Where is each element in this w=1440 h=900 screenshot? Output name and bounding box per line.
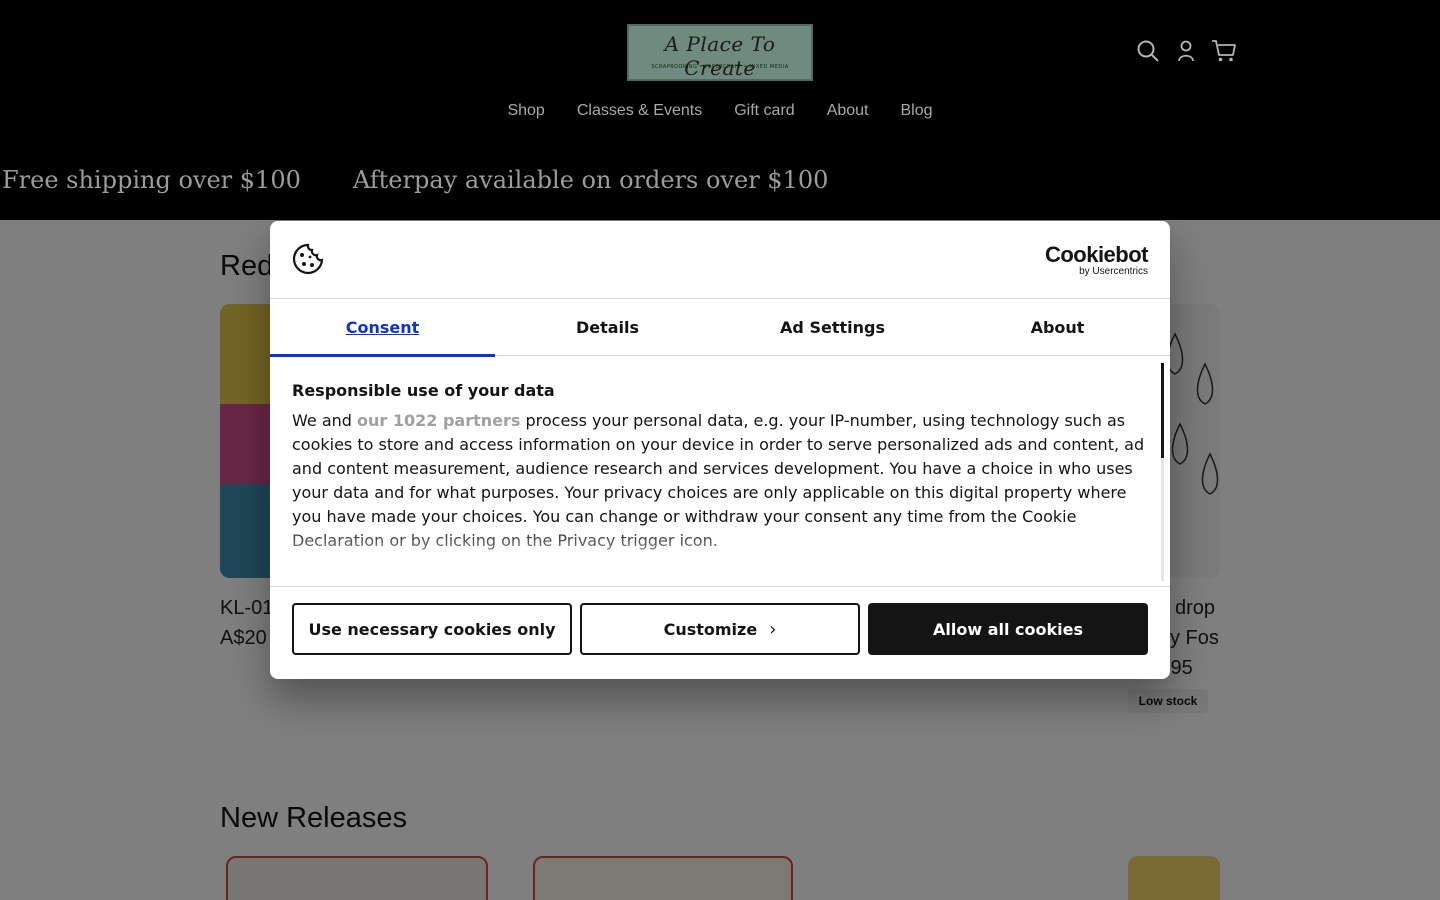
consent-content[interactable]: Responsible use of your data We and our … [270,357,1170,587]
tab-about[interactable]: About [945,299,1170,356]
nav-classes-events[interactable]: Classes & Events [577,102,702,120]
main-nav: Shop Classes & Events Gift card About Bl… [0,102,1440,120]
consent-body-prefix: We and [292,411,357,430]
store-logo[interactable]: A Place To Create SCRAPBOOKING • PAPERCR… [627,24,813,81]
tab-ad-settings[interactable]: Ad Settings [720,299,945,356]
dialog-tabs: Consent Details Ad Settings About [270,299,1170,357]
cookie-icon [292,243,324,275]
tab-consent[interactable]: Consent [270,299,495,357]
content-scrollbar[interactable] [1161,363,1164,581]
allow-all-cookies-button[interactable]: Allow all cookies [868,603,1148,655]
use-necessary-cookies-button[interactable]: Use necessary cookies only [292,603,572,655]
cookie-consent-dialog: Cookiebot by Usercentrics Consent Detail… [270,221,1170,679]
nav-shop[interactable]: Shop [507,102,544,120]
content-fade [270,527,1150,577]
dialog-buttons: Use necessary cookies only Customize › Al… [292,603,1148,655]
scrollbar-thumb[interactable] [1161,363,1164,458]
search-icon[interactable] [1135,38,1161,64]
tab-details[interactable]: Details [495,299,720,356]
allow-button-label: Allow all cookies [933,619,1083,639]
cookiebot-by-usercentrics: by Usercentrics [1079,266,1148,277]
logo-script-text: A Place To Create [664,32,776,80]
site-header: A Place To Create SCRAPBOOKING • PAPERCR… [0,0,1440,220]
announcement-afterpay: Afterpay available on orders over $100 [352,166,829,194]
nav-about[interactable]: About [827,102,869,120]
account-icon[interactable] [1173,38,1199,64]
logo-tagline: SCRAPBOOKING • PAPERCRAFT • MIXED MEDIA [651,64,789,70]
cookiebot-logo[interactable]: Cookiebot by Usercentrics [1044,242,1149,277]
cart-icon[interactable] [1211,38,1237,64]
nav-blog[interactable]: Blog [901,102,933,120]
dialog-header: Cookiebot by Usercentrics [270,221,1170,299]
header-icons [1135,38,1237,64]
announcement-bar: Free shipping over $100 Afterpay availab… [2,166,828,194]
customize-button[interactable]: Customize › [580,603,860,655]
chevron-right-icon: › [769,618,777,640]
consent-heading: Responsible use of your data [292,381,555,400]
customize-button-label: Customize [663,619,758,639]
necessary-button-label: Use necessary cookies only [308,619,556,639]
partners-link[interactable]: our 1022 partners [357,411,520,430]
cookiebot-brand: Cookiebot [1044,242,1149,267]
nav-gift-card[interactable]: Gift card [734,102,794,120]
announcement-shipping: Free shipping over $100 [2,166,301,194]
